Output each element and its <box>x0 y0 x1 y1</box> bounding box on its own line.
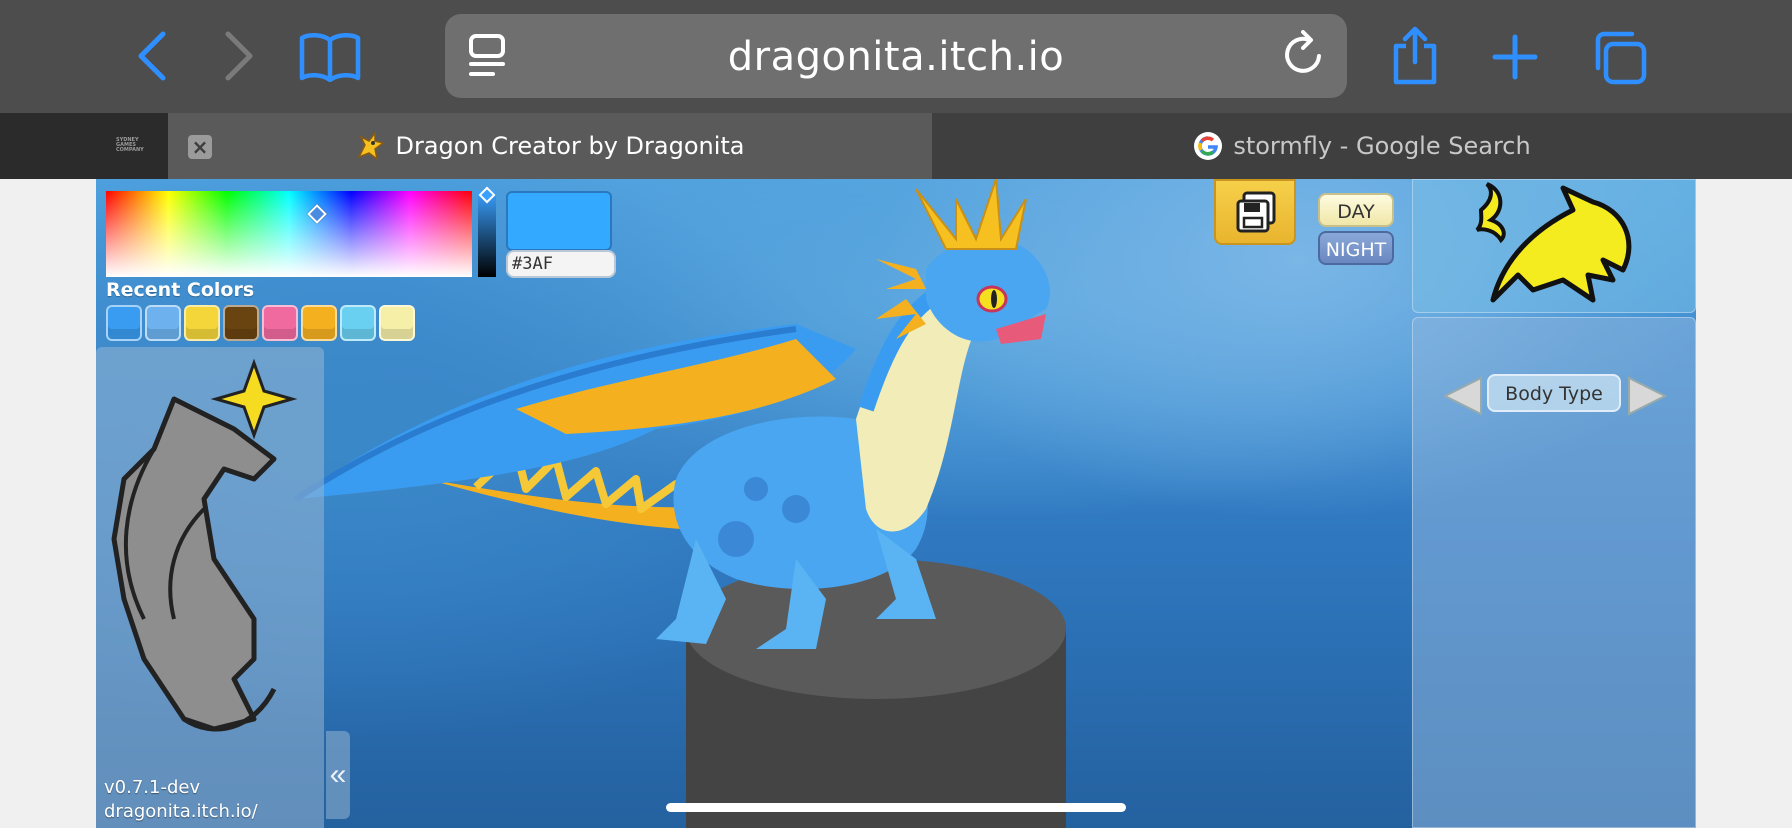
recent-color-swatch[interactable] <box>379 305 415 341</box>
browser-toolbar: dragonita.itch.io <box>0 0 1792 113</box>
bookmarks-icon[interactable] <box>298 30 362 82</box>
color-spectrum[interactable] <box>106 191 472 277</box>
save-button[interactable] <box>1214 179 1296 245</box>
share-icon[interactable] <box>1390 26 1440 86</box>
body-type-selector[interactable]: Body Type <box>1487 374 1621 412</box>
reload-icon[interactable] <box>1283 30 1327 83</box>
dragon-creator-game[interactable]: Recent Colors v0.7.1-dev dragonita.itch.… <box>96 179 1696 828</box>
recent-color-swatch[interactable] <box>223 305 259 341</box>
tab-dragon-creator[interactable]: × Dragon Creator by Dragonita <box>168 113 932 179</box>
home-indicator[interactable] <box>666 803 1126 812</box>
tab-strip: SYDNEY GAMES COMPANY × Dragon Creator by… <box>0 113 1792 179</box>
url-text[interactable]: dragonita.itch.io <box>445 34 1347 80</box>
dragonita-favicon-icon <box>355 130 386 161</box>
version-label: v0.7.1-dev <box>104 777 201 798</box>
recent-colors-label: Recent Colors <box>106 279 255 301</box>
options-panel: Body Type <box>1412 317 1696 828</box>
next-arrow-icon[interactable] <box>1627 376 1668 421</box>
left-side-panel: v0.7.1-dev dragonita.itch.io/ <box>96 347 324 828</box>
google-favicon-icon <box>1193 131 1223 161</box>
version-info: v0.7.1-dev dragonita.itch.io/ <box>104 776 258 824</box>
recent-colors-row <box>106 305 415 341</box>
site-label[interactable]: dragonita.itch.io/ <box>104 800 258 824</box>
brightness-slider[interactable] <box>478 186 496 277</box>
recent-color-swatch[interactable] <box>106 305 142 341</box>
recent-color-swatch[interactable] <box>340 305 376 341</box>
forward-icon[interactable] <box>222 30 256 82</box>
dragon-silhouette-icon[interactable] <box>104 358 304 764</box>
tab-label: stormfly - Google Search <box>1233 132 1531 160</box>
current-color-swatch[interactable] <box>506 191 612 251</box>
recent-color-swatch[interactable] <box>262 305 298 341</box>
address-bar[interactable]: dragonita.itch.io <box>445 14 1347 98</box>
recent-color-swatch[interactable] <box>184 305 220 341</box>
tab-pinned[interactable]: SYDNEY GAMES COMPANY <box>0 113 168 179</box>
tabs-overview-icon[interactable] <box>1592 30 1650 86</box>
hex-color-input[interactable] <box>506 250 616 278</box>
close-tab-icon[interactable]: × <box>188 135 212 159</box>
prev-arrow-icon[interactable] <box>1442 376 1483 421</box>
night-button[interactable]: NIGHT <box>1318 231 1394 265</box>
recent-color-swatch[interactable] <box>145 305 181 341</box>
tab-google-search[interactable]: stormfly - Google Search <box>932 113 1792 179</box>
logo-panel <box>1412 179 1696 313</box>
new-tab-icon[interactable] <box>1492 34 1538 80</box>
collapse-panel-button[interactable]: « <box>326 731 350 819</box>
day-button[interactable]: DAY <box>1318 193 1394 227</box>
spectrum-handle[interactable] <box>307 204 327 224</box>
pinned-site-logo: SYDNEY GAMES COMPANY <box>116 137 144 153</box>
back-icon[interactable] <box>135 30 169 82</box>
tab-label: Dragon Creator by Dragonita <box>395 132 745 160</box>
recent-color-swatch[interactable] <box>301 305 337 341</box>
